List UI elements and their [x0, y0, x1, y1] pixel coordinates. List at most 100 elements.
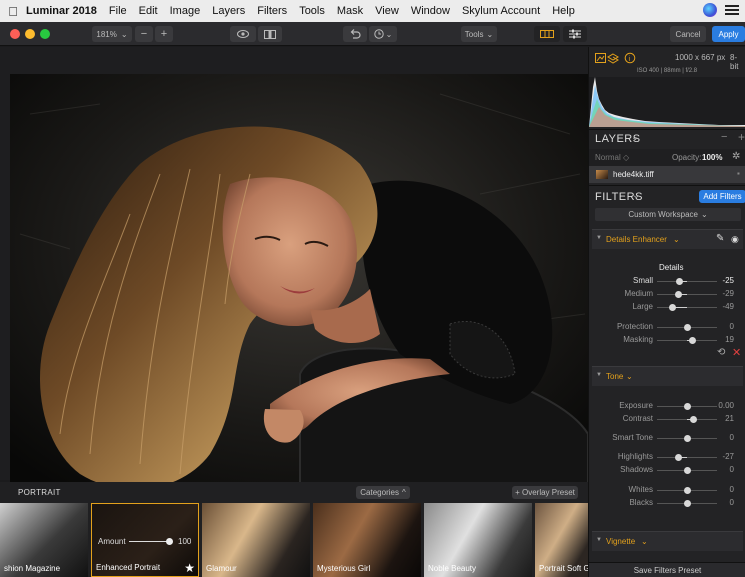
- apply-button[interactable]: Apply: [712, 26, 745, 42]
- brush-icon[interactable]: ✎: [716, 233, 724, 244]
- slider-label: Smart Tone: [612, 433, 653, 442]
- siri-icon[interactable]: [703, 3, 717, 17]
- slider-row-blacks[interactable]: Blacks 0: [589, 497, 745, 509]
- remove-layer-button[interactable]: −: [721, 131, 727, 143]
- slider-row-contrast[interactable]: Contrast 21: [589, 413, 745, 425]
- preset-thumb-enhanced-portrait[interactable]: Amount 100 Enhanced Portrait ★: [91, 503, 199, 577]
- slider-knob[interactable]: [676, 278, 683, 285]
- cancel-button[interactable]: Cancel: [670, 26, 706, 42]
- slider-row-small[interactable]: Small -25: [589, 275, 745, 287]
- menu-file[interactable]: File: [109, 5, 127, 17]
- reset-filter-icon[interactable]: ⟲: [717, 347, 725, 358]
- favorite-star-icon[interactable]: ★: [184, 561, 195, 575]
- menu-skylum-account[interactable]: Skylum Account: [462, 5, 540, 17]
- history-dropdown[interactable]: ⌄: [369, 26, 397, 42]
- undo-button[interactable]: [343, 26, 367, 42]
- layer-name[interactable]: hede4kk.tiff: [613, 170, 654, 179]
- menu-edit[interactable]: Edit: [139, 5, 158, 17]
- menu-tools[interactable]: Tools: [299, 5, 325, 17]
- menu-window[interactable]: Window: [411, 5, 450, 17]
- slider-row-large[interactable]: Large -49: [589, 301, 745, 313]
- overlay-preset-button[interactable]: + Overlay Preset: [512, 486, 578, 499]
- zoom-in-button[interactable]: +: [155, 26, 173, 42]
- preset-thumb-portrait-soft-glow[interactable]: Portrait Soft G: [535, 503, 588, 577]
- add-layer-button[interactable]: +: [738, 130, 745, 144]
- amount-slider-track[interactable]: [129, 541, 169, 542]
- slider-track[interactable]: [657, 281, 717, 282]
- zoom-out-label: −: [140, 28, 148, 40]
- menu-view[interactable]: View: [375, 5, 399, 17]
- filters-panel-toggle-button[interactable]: [563, 26, 587, 42]
- categories-dropdown[interactable]: Categories ^: [356, 486, 410, 499]
- slider-row-smart-tone[interactable]: Smart Tone 0: [589, 432, 745, 444]
- slider-knob[interactable]: [689, 337, 697, 344]
- preset-thumb-fashion-magazine[interactable]: shion Magazine: [0, 503, 88, 577]
- eye-visibility-icon[interactable]: ◉: [731, 234, 739, 245]
- apple-icon[interactable]: : [0, 4, 26, 19]
- lock-icon[interactable]: ▪: [737, 169, 740, 178]
- preview-eye-button[interactable]: [230, 26, 256, 42]
- collapse-triangle-icon[interactable]: ▼: [596, 372, 602, 378]
- chevron-down-icon[interactable]: ⌄: [632, 190, 640, 201]
- collapse-triangle-icon[interactable]: ▼: [596, 235, 602, 241]
- layer-row[interactable]: hede4kk.tiff ▪: [589, 166, 745, 183]
- slider-track[interactable]: [657, 294, 717, 295]
- compare-button[interactable]: [258, 26, 282, 42]
- filter-header-details-enhancer[interactable]: ▼ Details Enhancer ⌄ ✎ ◉: [592, 229, 743, 249]
- slider-knob[interactable]: [689, 416, 697, 423]
- preset-thumb-glamour[interactable]: Glamour: [202, 503, 310, 577]
- menu-layers[interactable]: Layers: [212, 5, 245, 17]
- menu-mask[interactable]: Mask: [337, 5, 363, 17]
- amount-slider-knob[interactable]: [166, 538, 173, 545]
- slider-track[interactable]: [657, 457, 717, 458]
- blend-mode-dropdown[interactable]: Normal ◇: [595, 153, 629, 162]
- slider-row-exposure[interactable]: Exposure 0.00: [589, 400, 745, 412]
- close-window-button[interactable]: [10, 29, 20, 39]
- slider-knob[interactable]: [674, 291, 682, 298]
- chevron-down-icon: ⌄: [385, 29, 393, 39]
- collapse-triangle-icon[interactable]: ▼: [596, 537, 602, 543]
- opacity-value[interactable]: 100%: [702, 153, 722, 162]
- filter-header-tone[interactable]: ▼ Tone ⌄: [592, 366, 743, 386]
- edited-photo[interactable]: [10, 74, 588, 504]
- slider-knob[interactable]: [683, 467, 691, 474]
- slider-row-whites[interactable]: Whites 0: [589, 484, 745, 496]
- zoom-out-button[interactable]: −: [135, 26, 153, 42]
- image-canvas[interactable]: [0, 47, 588, 504]
- slider-knob[interactable]: [683, 487, 691, 494]
- slider-row-masking[interactable]: Masking 19: [589, 334, 745, 346]
- remove-filter-icon[interactable]: ✕: [732, 346, 741, 359]
- filter-header-vignette[interactable]: ▼ Vignette ⌄: [592, 531, 743, 551]
- presets-filmstrip: PORTRAIT Categories ^ + Overlay Preset s…: [0, 482, 588, 577]
- slider-knob[interactable]: [683, 403, 691, 410]
- menu-app-name[interactable]: Luminar 2018: [26, 5, 97, 17]
- zoom-dropdown[interactable]: 181% ⌄: [92, 26, 132, 42]
- slider-row-highlights[interactable]: Highlights -27: [589, 451, 745, 463]
- slider-knob[interactable]: [675, 454, 683, 461]
- slider-knob[interactable]: [683, 324, 691, 331]
- slider-row-protection[interactable]: Protection 0: [589, 321, 745, 333]
- notification-center-icon[interactable]: [725, 5, 739, 15]
- minimize-window-button[interactable]: [25, 29, 35, 39]
- maximize-window-button[interactable]: [40, 29, 50, 39]
- preset-thumb-mysterious-girl[interactable]: Mysterious Girl: [313, 503, 421, 577]
- slider-track[interactable]: [657, 307, 717, 308]
- slider-knob[interactable]: [668, 304, 676, 311]
- add-filters-button[interactable]: Add Filters: [699, 190, 745, 203]
- filmstrip-toggle-button[interactable]: [534, 26, 560, 42]
- slider-row-medium[interactable]: Medium -29: [589, 288, 745, 300]
- menu-image[interactable]: Image: [170, 5, 201, 17]
- preset-thumb-noble-beauty[interactable]: Noble Beauty: [424, 503, 532, 577]
- chevron-down-icon[interactable]: ⌄: [631, 132, 639, 143]
- slider-knob[interactable]: [683, 500, 691, 507]
- image-bit-depth: 8-bit: [730, 53, 739, 71]
- filter-title: Tone: [606, 372, 624, 381]
- workspace-dropdown[interactable]: Custom Workspace ⌄: [595, 208, 741, 221]
- menu-filters[interactable]: Filters: [257, 5, 287, 17]
- menu-help[interactable]: Help: [552, 5, 575, 17]
- tools-dropdown[interactable]: Tools ⌄: [461, 26, 497, 42]
- save-filters-preset-button[interactable]: Save Filters Preset: [589, 562, 745, 577]
- slider-knob[interactable]: [683, 435, 691, 442]
- slider-row-shadows[interactable]: Shadows 0: [589, 464, 745, 476]
- layer-settings-gear-icon[interactable]: ✲: [732, 151, 740, 162]
